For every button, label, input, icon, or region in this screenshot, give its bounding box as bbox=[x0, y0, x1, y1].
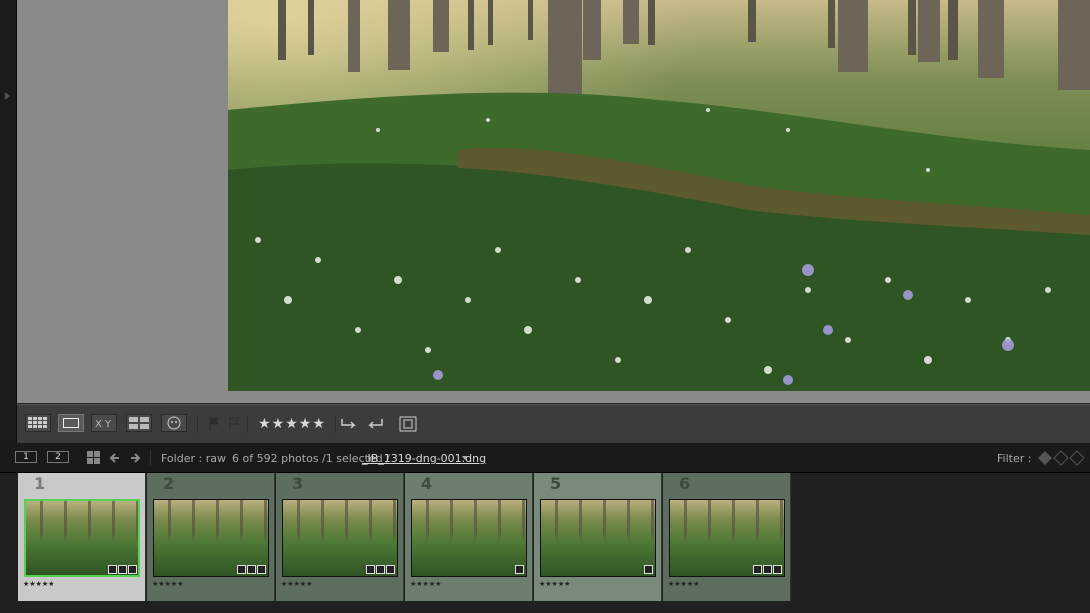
chevron-down-icon[interactable] bbox=[462, 456, 468, 460]
flag-pick-button[interactable] bbox=[207, 414, 221, 434]
filmstrip-cell[interactable]: 5 ★★★★★ bbox=[534, 473, 662, 601]
arrow-right-icon bbox=[131, 453, 141, 463]
develop-badge-icon bbox=[386, 565, 395, 574]
filter-diamond-icon bbox=[1038, 450, 1085, 466]
expand-panel-icon[interactable] bbox=[5, 92, 10, 100]
grid-view-small-button[interactable] bbox=[87, 451, 101, 468]
loupe-view bbox=[17, 0, 1090, 404]
develop-badge-icon bbox=[128, 565, 137, 574]
filmstrip-cell[interactable]: 3 ★★★★★ bbox=[276, 473, 404, 601]
flag-icon bbox=[209, 417, 219, 430]
thumbnail[interactable] bbox=[411, 499, 527, 577]
badges bbox=[366, 565, 395, 574]
filmstrip-cell[interactable]: 4 ★★★★★ bbox=[405, 473, 533, 601]
crop-overlay-button[interactable] bbox=[397, 414, 419, 434]
rotate-left-icon bbox=[341, 419, 356, 429]
thumbnail[interactable] bbox=[540, 499, 656, 577]
folder-label: Folder : raw bbox=[161, 452, 226, 465]
compare-view-button[interactable]: X Y bbox=[91, 414, 117, 432]
arrow-left-icon bbox=[109, 453, 119, 463]
toolbar: X Y ★★★★★ bbox=[17, 404, 1090, 444]
keyword-badge-icon bbox=[108, 565, 117, 574]
filter-presets[interactable] bbox=[1037, 450, 1085, 469]
cell-rating: ★★★★★ bbox=[23, 580, 55, 588]
cell-rating: ★★★★★ bbox=[152, 580, 184, 588]
secondary-monitor-button[interactable]: 2 bbox=[47, 451, 69, 463]
primary-monitor-button[interactable]: 1 bbox=[15, 451, 37, 463]
crop-badge-icon bbox=[247, 565, 256, 574]
cell-rating: ★★★★★ bbox=[668, 580, 700, 588]
filter-label: Filter : bbox=[997, 452, 1032, 465]
rotate-left-button[interactable] bbox=[339, 414, 359, 434]
badges bbox=[515, 565, 524, 574]
rotate-right-icon bbox=[368, 419, 383, 429]
cell-rating: ★★★★★ bbox=[281, 580, 313, 588]
filmstrip-cell[interactable]: 2 ★★★★★ bbox=[147, 473, 275, 601]
badges bbox=[237, 565, 266, 574]
keyword-badge-icon bbox=[644, 565, 653, 574]
thumbnail-image bbox=[541, 500, 655, 576]
keyword-badge-icon bbox=[515, 565, 524, 574]
back-button[interactable] bbox=[109, 451, 121, 468]
crop-badge-icon bbox=[118, 565, 127, 574]
people-view-button[interactable] bbox=[161, 414, 187, 432]
forward-button[interactable] bbox=[129, 451, 141, 468]
thumbnail-image bbox=[412, 500, 526, 576]
svg-text:X: X bbox=[95, 419, 102, 429]
develop-badge-icon bbox=[773, 565, 782, 574]
svg-text:Y: Y bbox=[104, 419, 112, 429]
filmstrip-cell[interactable]: 1 ★★★★★ bbox=[18, 473, 146, 601]
badges bbox=[644, 565, 653, 574]
cell-rating: ★★★★★ bbox=[539, 580, 571, 588]
filmstrip-cell[interactable]: 6 ★★★★★ bbox=[663, 473, 791, 601]
forest-photo-image bbox=[228, 0, 1090, 391]
grid-view-button[interactable] bbox=[25, 414, 51, 432]
survey-view-icon bbox=[129, 417, 149, 429]
survey-view-button[interactable] bbox=[126, 414, 152, 432]
filmstrip-header: 1 2 Folder : raw 6 of 592 photos /1 sele… bbox=[0, 443, 1090, 473]
crop-badge-icon bbox=[376, 565, 385, 574]
keyword-badge-icon bbox=[366, 565, 375, 574]
left-panel-collapsed[interactable] bbox=[0, 0, 17, 443]
badges bbox=[753, 565, 782, 574]
crop-badge-icon bbox=[763, 565, 772, 574]
flag-reject-button[interactable] bbox=[227, 414, 241, 434]
thumbnail-image bbox=[26, 501, 138, 575]
rotate-right-button[interactable] bbox=[365, 414, 385, 434]
keyword-badge-icon bbox=[753, 565, 762, 574]
face-icon bbox=[167, 416, 181, 430]
badges bbox=[108, 565, 137, 574]
develop-badge-icon bbox=[257, 565, 266, 574]
loupe-view-icon bbox=[63, 418, 79, 428]
main-photo bbox=[228, 0, 1090, 391]
rating-stars[interactable]: ★★★★★ bbox=[255, 414, 329, 434]
loupe-view-button[interactable] bbox=[58, 414, 84, 432]
crop-icon bbox=[399, 416, 417, 432]
filmstrip: 1 ★★★★★ 2 ★★★★★ 3 ★★★★★ 4 ★★★★★ 5 ★★★★★ … bbox=[0, 473, 1090, 613]
keyword-badge-icon bbox=[237, 565, 246, 574]
reject-flag-icon bbox=[229, 417, 239, 430]
compare-view-icon: X Y bbox=[95, 419, 112, 429]
grid-view-icon bbox=[28, 417, 47, 428]
cell-rating: ★★★★★ bbox=[410, 580, 442, 588]
grid-small-icon bbox=[87, 451, 100, 464]
